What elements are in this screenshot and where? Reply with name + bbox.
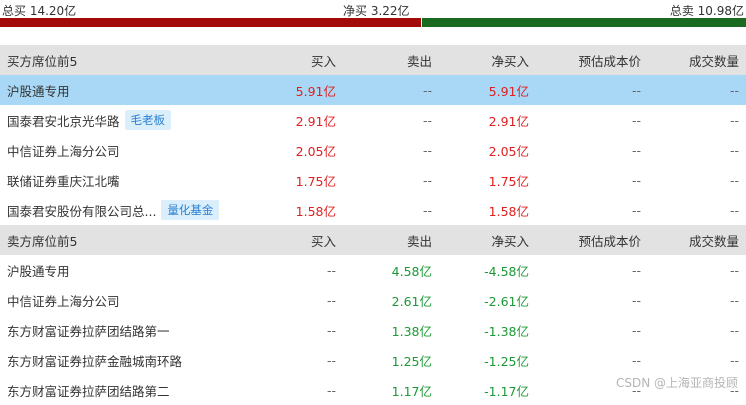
buy-amount: --	[326, 352, 336, 368]
cost-price: --	[631, 172, 641, 188]
cost-price: --	[631, 142, 641, 158]
header-cost: 预估成本价	[578, 233, 641, 249]
table-row[interactable]: 国泰君安北京光华路 毛老板 2.91亿 -- 2.91亿 -- --	[0, 105, 746, 135]
buy-amount: --	[326, 262, 336, 278]
buy-amount: --	[326, 322, 336, 338]
seat-name: 联储证券重庆江北嘴	[7, 173, 120, 189]
buy-amount: 5.91亿	[295, 83, 336, 99]
seat-tag[interactable]: 量化基金	[161, 200, 220, 220]
header-sell: 卖出	[406, 233, 432, 249]
header-buy: 买入	[310, 233, 336, 249]
buy-total-label: 总买 14.20亿	[2, 4, 77, 18]
header-cost: 预估成本价	[578, 53, 641, 69]
header-buy-seats: 买方席位前5	[7, 53, 78, 69]
seat-tag[interactable]: 毛老板	[124, 110, 172, 130]
net-amount: 1.75亿	[488, 173, 529, 189]
net-amount: -1.25亿	[484, 353, 529, 369]
sell-volume-bar	[422, 18, 746, 27]
table-row[interactable]: 沪股通专用 5.91亿 -- 5.91亿 -- --	[0, 75, 746, 105]
trade-volume: --	[729, 142, 739, 158]
seat-name: 沪股通专用	[7, 83, 70, 99]
header-net: 净买入	[491, 53, 529, 69]
cost-price: --	[631, 352, 641, 368]
sell-amount: 1.38亿	[391, 323, 432, 339]
table-row[interactable]: 联储证券重庆江北嘴 1.75亿 -- 1.75亿 -- --	[0, 165, 746, 195]
sell-total-label: 总卖 10.98亿	[669, 4, 744, 18]
header-sell-seats: 卖方席位前5	[7, 233, 78, 249]
sell-amount: --	[422, 202, 432, 218]
buy-amount: 2.05亿	[295, 143, 336, 159]
cost-price: --	[631, 322, 641, 338]
seat-name: 国泰君安股份有限公司总...	[7, 203, 157, 219]
watermark: CSDN @上海亚商投顾	[615, 376, 738, 390]
summary-bar: 总买 14.20亿 净买 3.22亿 总卖 10.98亿	[0, 0, 746, 27]
net-amount: -1.38亿	[484, 323, 529, 339]
table-row[interactable]: 中信证券上海分公司 2.05亿 -- 2.05亿 -- --	[0, 135, 746, 165]
cost-price: --	[631, 292, 641, 308]
cost-price: --	[631, 262, 641, 278]
buy-amount: 2.91亿	[295, 113, 336, 129]
header-sell: 卖出	[406, 53, 432, 69]
net-amount: 2.91亿	[488, 113, 529, 129]
trade-volume: --	[729, 202, 739, 218]
buy-amount: --	[326, 382, 336, 398]
trade-volume: --	[729, 322, 739, 338]
buy-amount: 1.75亿	[295, 173, 336, 189]
net-amount: 5.91亿	[488, 83, 529, 99]
header-volume: 成交数量	[688, 53, 739, 69]
trade-volume: --	[729, 82, 739, 98]
buy-amount: 1.58亿	[295, 203, 336, 219]
header-buy: 买入	[310, 53, 336, 69]
cost-price: --	[631, 202, 641, 218]
header-volume: 成交数量	[688, 233, 739, 249]
sell-amount: 1.17亿	[391, 383, 432, 399]
buy-table-header: 买方席位前5 买入 卖出 净买入 预估成本价 成交数量	[0, 45, 746, 75]
table-row[interactable]: 中信证券上海分公司 -- 2.61亿 -2.61亿 -- --	[0, 285, 746, 315]
sell-amount: --	[422, 82, 432, 98]
net-amount: -4.58亿	[484, 263, 529, 279]
seat-name: 沪股通专用	[7, 263, 70, 279]
seat-name: 东方财富证券拉萨团结路第二	[7, 383, 170, 399]
table-row[interactable]: 沪股通专用 -- 4.58亿 -4.58亿 -- --	[0, 255, 746, 285]
net-amount: -1.17亿	[484, 383, 529, 399]
table-row[interactable]: 东方财富证券拉萨团结路第一 -- 1.38亿 -1.38亿 -- --	[0, 315, 746, 345]
table-row[interactable]: 东方财富证券拉萨金融城南环路 -- 1.25亿 -1.25亿 -- --	[0, 345, 746, 375]
net-amount: 2.05亿	[488, 143, 529, 159]
seat-name: 中信证券上海分公司	[7, 293, 120, 309]
seat-name: 中信证券上海分公司	[7, 143, 120, 159]
sell-table-header: 卖方席位前5 买入 卖出 净买入 预估成本价 成交数量	[0, 225, 746, 255]
seat-name: 东方财富证券拉萨金融城南环路	[7, 353, 183, 369]
sell-amount: 1.25亿	[391, 353, 432, 369]
buy-volume-bar	[0, 18, 421, 27]
trade-volume: --	[729, 352, 739, 368]
sell-amount: 2.61亿	[391, 293, 432, 309]
header-net: 净买入	[491, 233, 529, 249]
table-row[interactable]: 国泰君安股份有限公司总... 量化基金 1.58亿 -- 1.58亿 -- --	[0, 195, 746, 225]
trade-volume: --	[729, 112, 739, 128]
net-buy-label: 净买 3.22亿	[343, 4, 410, 18]
trade-volume: --	[729, 292, 739, 308]
seat-name: 东方财富证券拉萨团结路第一	[7, 323, 170, 339]
cost-price: --	[631, 82, 641, 98]
sell-amount: --	[422, 172, 432, 188]
trade-volume: --	[729, 172, 739, 188]
net-amount: 1.58亿	[488, 203, 529, 219]
sell-amount: 4.58亿	[391, 263, 432, 279]
cost-price: --	[631, 112, 641, 128]
sell-amount: --	[422, 112, 432, 128]
sell-amount: --	[422, 142, 432, 158]
buy-amount: --	[326, 292, 336, 308]
trade-volume: --	[729, 262, 739, 278]
seat-name: 国泰君安北京光华路	[7, 113, 120, 129]
net-amount: -2.61亿	[484, 293, 529, 309]
